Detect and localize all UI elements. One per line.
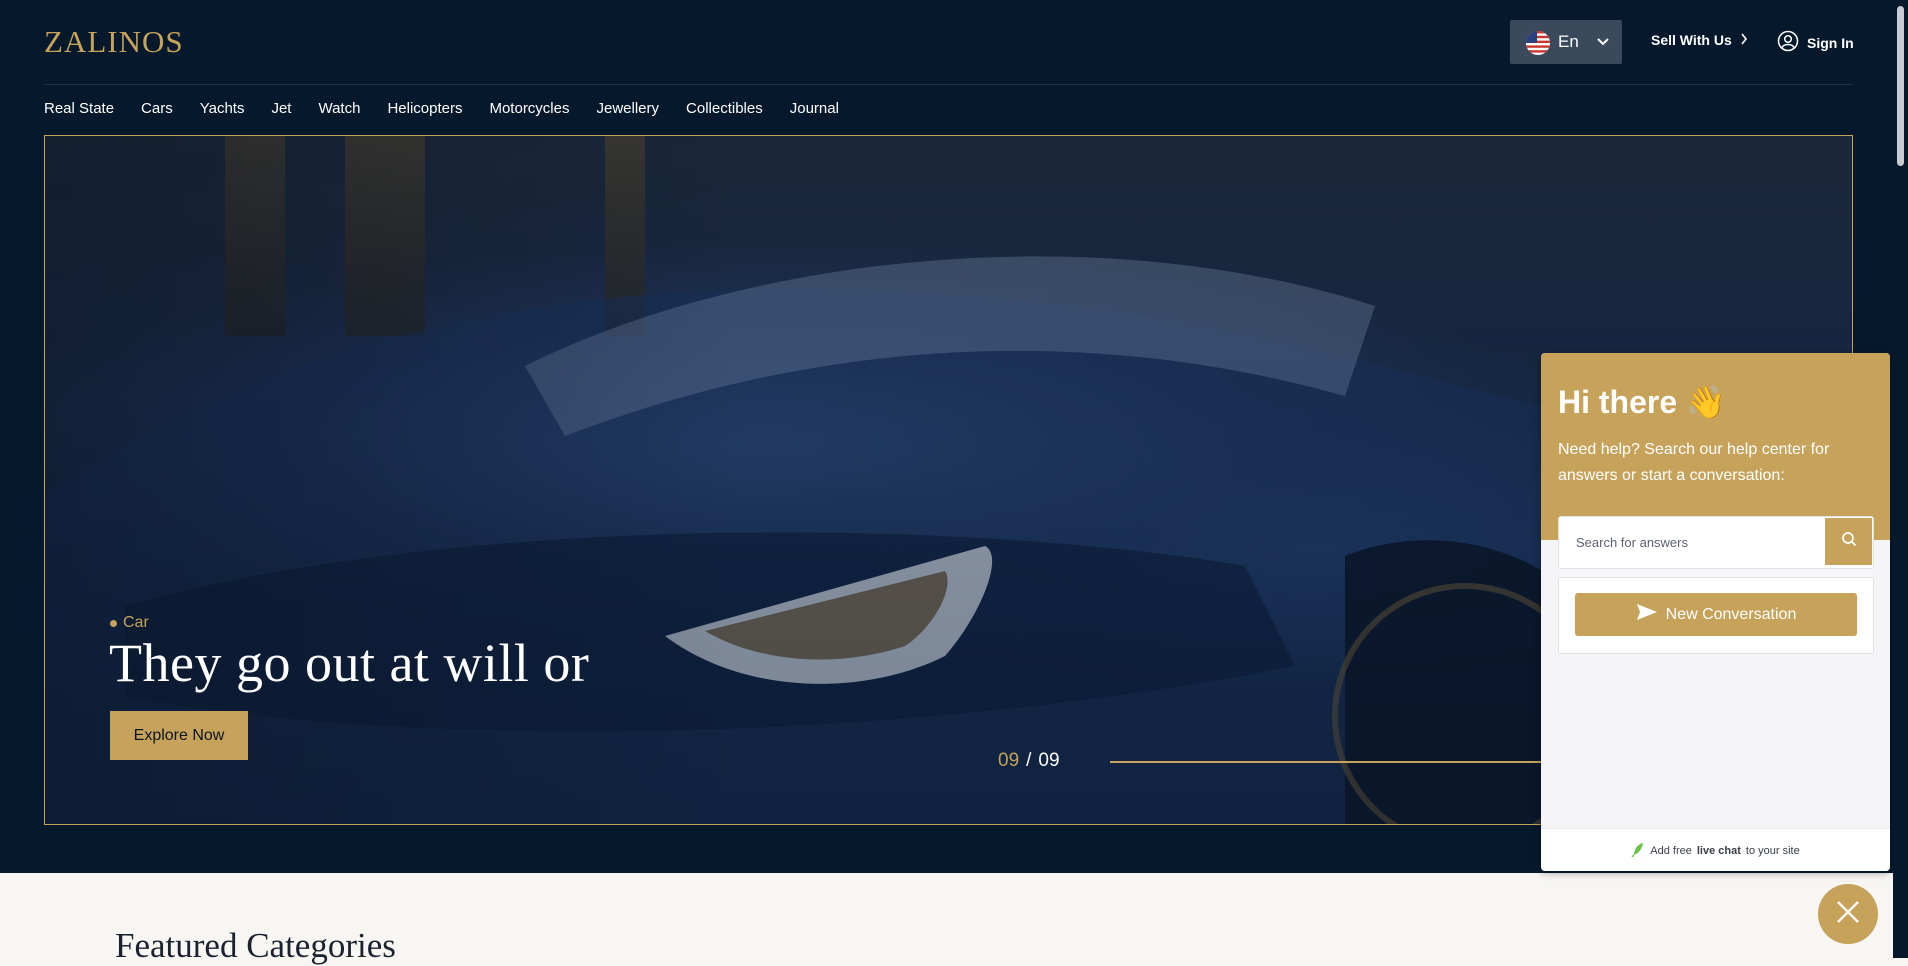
- new-conversation-label: New Conversation: [1665, 605, 1797, 623]
- close-icon: [1835, 899, 1861, 930]
- site-logo[interactable]: ZALINOS: [44, 24, 184, 60]
- pager-current: 09: [998, 750, 1020, 771]
- chat-close-button[interactable]: [1818, 884, 1878, 944]
- us-flag-icon: [1526, 31, 1550, 55]
- nav-item-collectibles[interactable]: Collectibles: [686, 100, 763, 117]
- slide-pager: 09 / 09: [998, 750, 1060, 772]
- nav-item-watch[interactable]: Watch: [318, 100, 360, 117]
- nav-item-yachts[interactable]: Yachts: [200, 100, 245, 117]
- sign-in-label: Sign In: [1807, 34, 1854, 51]
- nav-item-motorcycles[interactable]: Motorcycles: [489, 100, 569, 117]
- chevron-down-icon: [1596, 34, 1610, 54]
- footer-suffix: to your site: [1745, 844, 1800, 857]
- chat-search-input[interactable]: [1559, 517, 1842, 568]
- send-icon: [1636, 603, 1658, 626]
- category-dot: [110, 619, 117, 627]
- header-divider: [44, 84, 1853, 85]
- explore-now-button[interactable]: Explore Now: [110, 711, 248, 760]
- chat-widget: Hi there 👋 Need help? Search our help ce…: [1541, 353, 1890, 871]
- language-selector[interactable]: En: [1510, 20, 1622, 64]
- user-icon: [1777, 30, 1799, 55]
- page-scrollbar[interactable]: [1893, 0, 1908, 958]
- language-label: En: [1558, 32, 1579, 51]
- pager-total: 09: [1038, 750, 1060, 771]
- category-label: Car: [123, 614, 149, 631]
- nav-item-cars[interactable]: Cars: [141, 100, 173, 117]
- search-icon: [1841, 531, 1857, 552]
- featured-categories-title: Featured Categories: [115, 926, 396, 965]
- nav-item-real-state[interactable]: Real State: [44, 100, 114, 117]
- scrollbar-thumb[interactable]: [1897, 6, 1904, 166]
- sign-in-link[interactable]: Sign In: [1777, 30, 1854, 55]
- footer-prefix: Add free: [1650, 844, 1692, 857]
- sell-label: Sell With Us: [1651, 32, 1732, 48]
- new-conversation-button[interactable]: New Conversation: [1575, 593, 1857, 636]
- main-nav: Real State Cars Yachts Jet Watch Helicop…: [44, 100, 866, 117]
- nav-item-jet[interactable]: Jet: [271, 100, 291, 117]
- tawk-leaf-icon: [1631, 841, 1645, 860]
- new-conversation-card: New Conversation: [1558, 577, 1874, 654]
- nav-item-journal[interactable]: Journal: [790, 100, 839, 117]
- nav-item-jewellery[interactable]: Jewellery: [597, 100, 660, 117]
- pager-separator: /: [1026, 750, 1032, 771]
- nav-item-helicopters[interactable]: Helicopters: [387, 100, 462, 117]
- sell-with-us-link[interactable]: Sell With Us: [1651, 32, 1748, 48]
- hero-category: Car: [110, 614, 149, 632]
- slide-progress-line: [1110, 761, 1590, 763]
- chevron-right-icon: [1740, 32, 1748, 48]
- chat-title: Hi there 👋: [1558, 384, 1726, 420]
- chat-search-button[interactable]: [1825, 518, 1872, 565]
- chat-subtitle: Need help? Search our help center for an…: [1558, 441, 1830, 484]
- chat-footer[interactable]: Add free live chat to your site: [1541, 828, 1890, 871]
- chat-header: Hi there 👋 Need help? Search our help ce…: [1541, 353, 1890, 540]
- chat-search-box: [1558, 516, 1874, 569]
- footer-bold: live chat: [1696, 844, 1741, 857]
- hero-headline: They go out at will or: [109, 633, 590, 693]
